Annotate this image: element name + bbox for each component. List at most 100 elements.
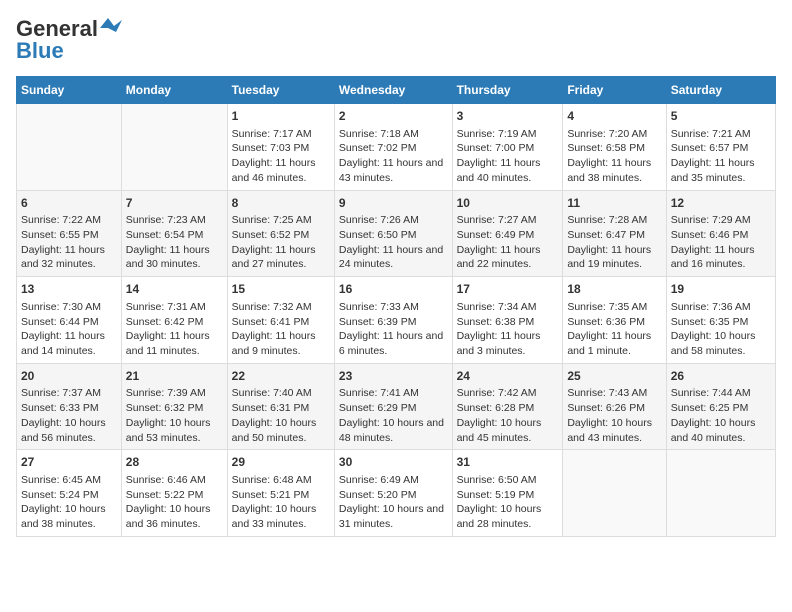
day-of-week-header: Thursday — [452, 77, 563, 104]
calendar-cell: 19 Sunrise: 7:36 AM Sunset: 6:35 PM Dayli… — [666, 277, 775, 364]
calendar-cell: 5 Sunrise: 7:21 AM Sunset: 6:57 PM Daylig… — [666, 104, 775, 191]
day-number: 1 — [232, 108, 330, 125]
day-info: Sunrise: 7:31 AM Sunset: 6:42 PM Dayligh… — [126, 300, 223, 359]
calendar-table: SundayMondayTuesdayWednesdayThursdayFrid… — [16, 76, 776, 537]
day-number: 21 — [126, 368, 223, 385]
calendar-cell: 15 Sunrise: 7:32 AM Sunset: 6:41 PM Dayli… — [227, 277, 334, 364]
day-info: Sunrise: 7:33 AM Sunset: 6:39 PM Dayligh… — [339, 300, 448, 359]
day-info: Sunrise: 7:35 AM Sunset: 6:36 PM Dayligh… — [567, 300, 661, 359]
day-of-week-header: Wednesday — [334, 77, 452, 104]
calendar-cell: 13 Sunrise: 7:30 AM Sunset: 6:44 PM Dayli… — [17, 277, 122, 364]
calendar-week-row: 13 Sunrise: 7:30 AM Sunset: 6:44 PM Dayli… — [17, 277, 776, 364]
day-info: Sunrise: 7:32 AM Sunset: 6:41 PM Dayligh… — [232, 300, 330, 359]
day-number: 6 — [21, 195, 117, 212]
logo: General Blue — [16, 16, 122, 64]
day-info: Sunrise: 7:17 AM Sunset: 7:03 PM Dayligh… — [232, 127, 330, 186]
calendar-cell: 27 Sunrise: 6:45 AM Sunset: 5:24 PM Dayli… — [17, 450, 122, 537]
calendar-week-row: 1 Sunrise: 7:17 AM Sunset: 7:03 PM Daylig… — [17, 104, 776, 191]
day-info: Sunrise: 7:39 AM Sunset: 6:32 PM Dayligh… — [126, 386, 223, 445]
calendar-header-row: SundayMondayTuesdayWednesdayThursdayFrid… — [17, 77, 776, 104]
day-number: 11 — [567, 195, 661, 212]
day-info: Sunrise: 6:50 AM Sunset: 5:19 PM Dayligh… — [457, 473, 559, 532]
day-info: Sunrise: 7:30 AM Sunset: 6:44 PM Dayligh… — [21, 300, 117, 359]
day-info: Sunrise: 7:43 AM Sunset: 6:26 PM Dayligh… — [567, 386, 661, 445]
calendar-cell: 10Sunrise: 7:27 AM Sunset: 6:49 PM Dayli… — [452, 190, 563, 277]
calendar-cell — [563, 450, 666, 537]
day-info: Sunrise: 7:19 AM Sunset: 7:00 PM Dayligh… — [457, 127, 559, 186]
day-info: Sunrise: 7:18 AM Sunset: 7:02 PM Dayligh… — [339, 127, 448, 186]
day-number: 7 — [126, 195, 223, 212]
day-info: Sunrise: 7:26 AM Sunset: 6:50 PM Dayligh… — [339, 213, 448, 272]
day-number: 9 — [339, 195, 448, 212]
day-number: 5 — [671, 108, 771, 125]
day-info: Sunrise: 7:23 AM Sunset: 6:54 PM Dayligh… — [126, 213, 223, 272]
day-info: Sunrise: 7:36 AM Sunset: 6:35 PM Dayligh… — [671, 300, 771, 359]
calendar-cell — [17, 104, 122, 191]
calendar-cell: 17 Sunrise: 7:34 AM Sunset: 6:38 PM Dayli… — [452, 277, 563, 364]
calendar-cell: 1 Sunrise: 7:17 AM Sunset: 7:03 PM Daylig… — [227, 104, 334, 191]
day-number: 25 — [567, 368, 661, 385]
day-info: Sunrise: 7:40 AM Sunset: 6:31 PM Dayligh… — [232, 386, 330, 445]
calendar-cell: 25Sunrise: 7:43 AM Sunset: 6:26 PM Dayli… — [563, 363, 666, 450]
calendar-cell: 23Sunrise: 7:41 AM Sunset: 6:29 PM Dayli… — [334, 363, 452, 450]
calendar-cell: 4 Sunrise: 7:20 AM Sunset: 6:58 PM Daylig… — [563, 104, 666, 191]
day-info: Sunrise: 7:29 AM Sunset: 6:46 PM Dayligh… — [671, 213, 771, 272]
day-number: 13 — [21, 281, 117, 298]
page-header: General Blue — [16, 16, 776, 64]
calendar-cell: 16 Sunrise: 7:33 AM Sunset: 6:39 PM Dayli… — [334, 277, 452, 364]
calendar-cell: 7Sunrise: 7:23 AM Sunset: 6:54 PM Daylig… — [121, 190, 227, 277]
day-number: 20 — [21, 368, 117, 385]
calendar-cell: 8Sunrise: 7:25 AM Sunset: 6:52 PM Daylig… — [227, 190, 334, 277]
calendar-cell: 3Sunrise: 7:19 AM Sunset: 7:00 PM Daylig… — [452, 104, 563, 191]
day-number: 2 — [339, 108, 448, 125]
day-info: Sunrise: 6:46 AM Sunset: 5:22 PM Dayligh… — [126, 473, 223, 532]
day-number: 14 — [126, 281, 223, 298]
day-info: Sunrise: 7:20 AM Sunset: 6:58 PM Dayligh… — [567, 127, 661, 186]
calendar-cell: 12Sunrise: 7:29 AM Sunset: 6:46 PM Dayli… — [666, 190, 775, 277]
day-info: Sunrise: 7:37 AM Sunset: 6:33 PM Dayligh… — [21, 386, 117, 445]
calendar-cell: 31 Sunrise: 6:50 AM Sunset: 5:19 PM Dayli… — [452, 450, 563, 537]
calendar-cell — [121, 104, 227, 191]
day-number: 12 — [671, 195, 771, 212]
calendar-cell — [666, 450, 775, 537]
day-number: 4 — [567, 108, 661, 125]
calendar-cell: 9Sunrise: 7:26 AM Sunset: 6:50 PM Daylig… — [334, 190, 452, 277]
day-number: 16 — [339, 281, 448, 298]
calendar-cell: 11Sunrise: 7:28 AM Sunset: 6:47 PM Dayli… — [563, 190, 666, 277]
day-number: 31 — [457, 454, 559, 471]
day-number: 28 — [126, 454, 223, 471]
calendar-cell: 14 Sunrise: 7:31 AM Sunset: 6:42 PM Dayli… — [121, 277, 227, 364]
day-info: Sunrise: 7:21 AM Sunset: 6:57 PM Dayligh… — [671, 127, 771, 186]
day-info: Sunrise: 6:48 AM Sunset: 5:21 PM Dayligh… — [232, 473, 330, 532]
calendar-week-row: 27 Sunrise: 6:45 AM Sunset: 5:24 PM Dayli… — [17, 450, 776, 537]
day-of-week-header: Friday — [563, 77, 666, 104]
calendar-cell: 2 Sunrise: 7:18 AM Sunset: 7:02 PM Daylig… — [334, 104, 452, 191]
day-info: Sunrise: 7:41 AM Sunset: 6:29 PM Dayligh… — [339, 386, 448, 445]
day-number: 19 — [671, 281, 771, 298]
day-of-week-header: Tuesday — [227, 77, 334, 104]
day-number: 27 — [21, 454, 117, 471]
calendar-cell: 28 Sunrise: 6:46 AM Sunset: 5:22 PM Dayli… — [121, 450, 227, 537]
day-number: 23 — [339, 368, 448, 385]
day-info: Sunrise: 6:45 AM Sunset: 5:24 PM Dayligh… — [21, 473, 117, 532]
calendar-cell: 18 Sunrise: 7:35 AM Sunset: 6:36 PM Dayli… — [563, 277, 666, 364]
day-info: Sunrise: 7:34 AM Sunset: 6:38 PM Dayligh… — [457, 300, 559, 359]
calendar-cell: 24Sunrise: 7:42 AM Sunset: 6:28 PM Dayli… — [452, 363, 563, 450]
calendar-cell: 21Sunrise: 7:39 AM Sunset: 6:32 PM Dayli… — [121, 363, 227, 450]
day-info: Sunrise: 7:22 AM Sunset: 6:55 PM Dayligh… — [21, 213, 117, 272]
day-number: 17 — [457, 281, 559, 298]
calendar-cell: 22Sunrise: 7:40 AM Sunset: 6:31 PM Dayli… — [227, 363, 334, 450]
day-number: 15 — [232, 281, 330, 298]
day-number: 29 — [232, 454, 330, 471]
day-number: 18 — [567, 281, 661, 298]
day-info: Sunrise: 6:49 AM Sunset: 5:20 PM Dayligh… — [339, 473, 448, 532]
day-info: Sunrise: 7:44 AM Sunset: 6:25 PM Dayligh… — [671, 386, 771, 445]
calendar-cell: 20Sunrise: 7:37 AM Sunset: 6:33 PM Dayli… — [17, 363, 122, 450]
calendar-week-row: 20Sunrise: 7:37 AM Sunset: 6:33 PM Dayli… — [17, 363, 776, 450]
day-of-week-header: Monday — [121, 77, 227, 104]
day-info: Sunrise: 7:27 AM Sunset: 6:49 PM Dayligh… — [457, 213, 559, 272]
day-number: 30 — [339, 454, 448, 471]
calendar-cell: 29 Sunrise: 6:48 AM Sunset: 5:21 PM Dayli… — [227, 450, 334, 537]
day-number: 26 — [671, 368, 771, 385]
calendar-cell: 26Sunrise: 7:44 AM Sunset: 6:25 PM Dayli… — [666, 363, 775, 450]
